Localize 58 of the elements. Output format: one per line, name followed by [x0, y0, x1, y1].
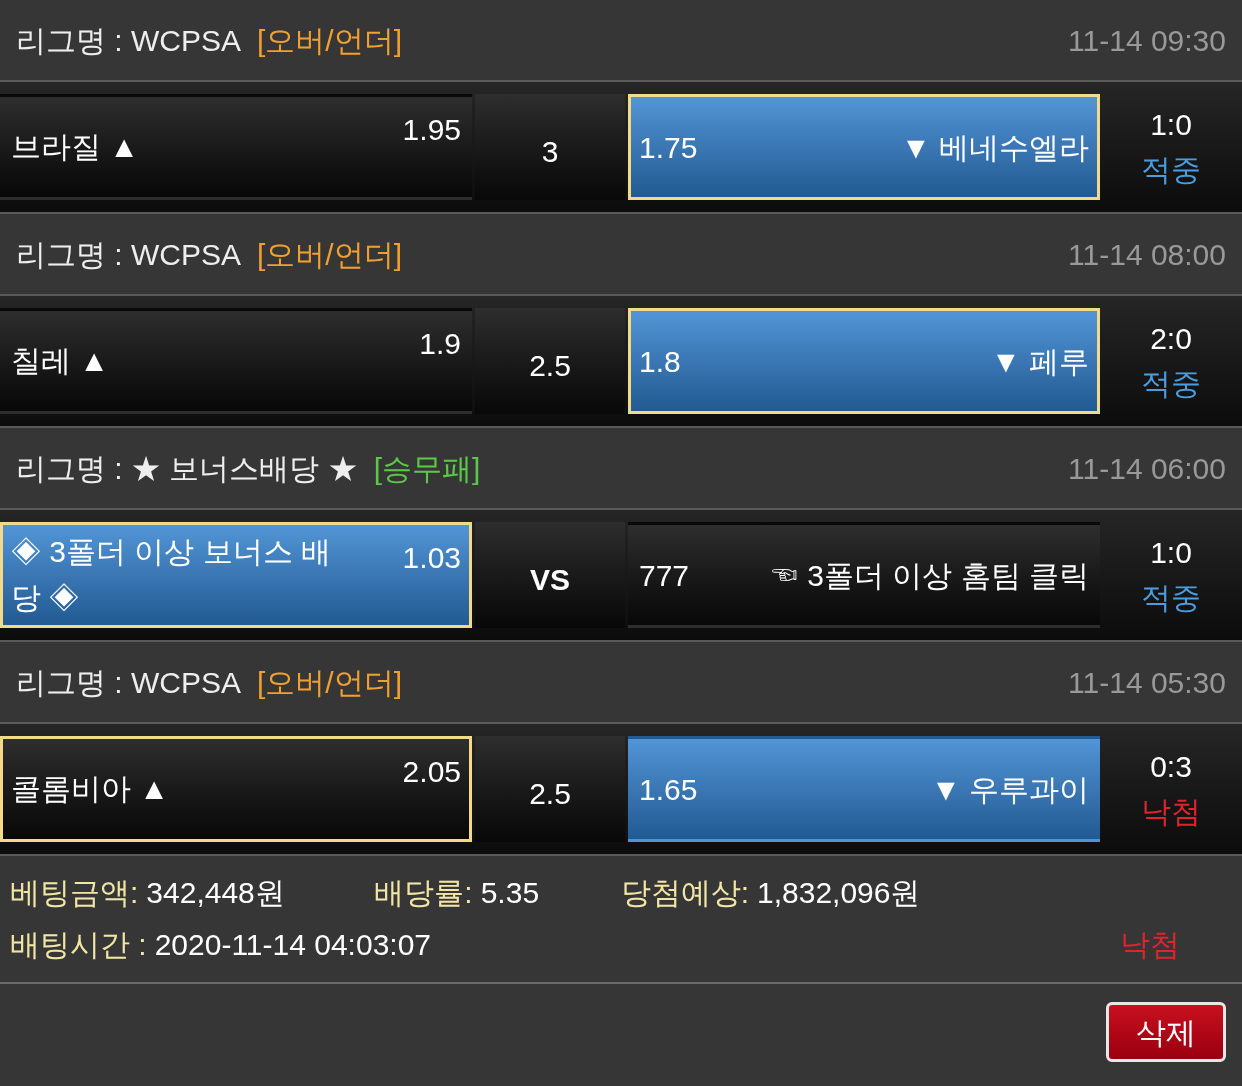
- home-team-name: 브라질 ▲: [11, 129, 140, 165]
- bet-amount: 342,448원: [146, 874, 286, 911]
- market-tag: [오버/언더]: [257, 659, 403, 705]
- league-name: 리그명 : WCPSA: [16, 664, 241, 701]
- bet-result-status: 낙첨: [1120, 926, 1180, 963]
- match-time: 11-14 05:30: [1068, 664, 1226, 701]
- home-team-option[interactable]: 칠레 ▲ 1.9: [0, 308, 472, 414]
- league-name: 리그명 : ★ 보너스배당 ★: [16, 450, 358, 487]
- result-status: 적중: [1141, 580, 1201, 616]
- home-odds: 1.95: [402, 112, 461, 148]
- away-team-name: ▼ 페루: [990, 343, 1089, 380]
- home-team-name: ◈ 3폴더 이상 보너스 배당 ◈: [11, 534, 333, 616]
- result-status: 적중: [1141, 152, 1201, 188]
- result-status: 적중: [1141, 366, 1201, 402]
- home-odds: 1.03: [402, 540, 461, 576]
- home-team-option[interactable]: ◈ 3폴더 이상 보너스 배당 ◈ 1.03: [0, 522, 472, 628]
- away-team-option[interactable]: 777 ☜ 3폴더 이상 홈팀 클릭: [628, 522, 1100, 628]
- match-time: 11-14 08:00: [1068, 236, 1226, 273]
- away-team-name: ☜ 3폴더 이상 홈팀 클릭: [768, 557, 1089, 594]
- score: 1:0: [1150, 535, 1192, 571]
- score: 1:0: [1150, 107, 1192, 143]
- away-team-name: ▼ 베네수엘라: [900, 129, 1089, 166]
- score: 0:3: [1150, 749, 1192, 785]
- away-team-option[interactable]: 1.75 ▼ 베네수엘라: [628, 94, 1100, 200]
- home-odds: 1.9: [419, 326, 461, 362]
- handicap-value: 3: [541, 133, 559, 170]
- league-name: 리그명 : WCPSA: [16, 236, 241, 273]
- bet-time: 2020-11-14 04:03:07: [154, 926, 431, 963]
- away-odds: 1.8: [639, 343, 681, 380]
- odds-rate-label: 배당률:: [374, 874, 473, 911]
- home-team-name: 콜롬비아 ▲: [11, 771, 170, 807]
- home-team-option[interactable]: 콜롬비아 ▲ 2.05: [0, 736, 472, 842]
- home-team-name: 칠레 ▲: [11, 343, 110, 379]
- away-team-option[interactable]: 1.65 ▼ 우루과이: [628, 736, 1100, 842]
- home-odds: 2.05: [402, 754, 461, 790]
- bet-time-label: 배팅시간 :: [10, 926, 147, 963]
- delete-button[interactable]: 삭제: [1106, 1002, 1226, 1062]
- market-tag: [오버/언더]: [257, 231, 403, 277]
- away-team-option[interactable]: 1.8 ▼ 페루: [628, 308, 1100, 414]
- market-tag: [승무패]: [373, 445, 481, 491]
- away-team-name: ▼ 우루과이: [930, 771, 1089, 808]
- away-odds: 1.75: [639, 129, 698, 166]
- match-time: 11-14 09:30: [1068, 22, 1226, 59]
- away-odds: 777: [639, 557, 690, 594]
- match-time: 11-14 06:00: [1068, 450, 1226, 487]
- away-odds: 1.65: [639, 771, 698, 808]
- expected-win-label: 당첨예상:: [620, 874, 750, 911]
- bet-amount-label: 베팅금액:: [10, 874, 139, 911]
- odds-rate: 5.35: [480, 874, 541, 911]
- league-name: 리그명 : WCPSA: [16, 22, 241, 59]
- score: 2:0: [1150, 321, 1192, 357]
- market-tag: [오버/언더]: [257, 17, 403, 63]
- handicap-value: 2.5: [529, 347, 571, 384]
- result-status: 낙첨: [1141, 794, 1201, 830]
- expected-win: 1,832,096원: [757, 874, 921, 911]
- home-team-option[interactable]: 브라질 ▲ 1.95: [0, 94, 472, 200]
- handicap-value: 2.5: [529, 775, 571, 812]
- handicap-value: VS: [530, 561, 570, 598]
